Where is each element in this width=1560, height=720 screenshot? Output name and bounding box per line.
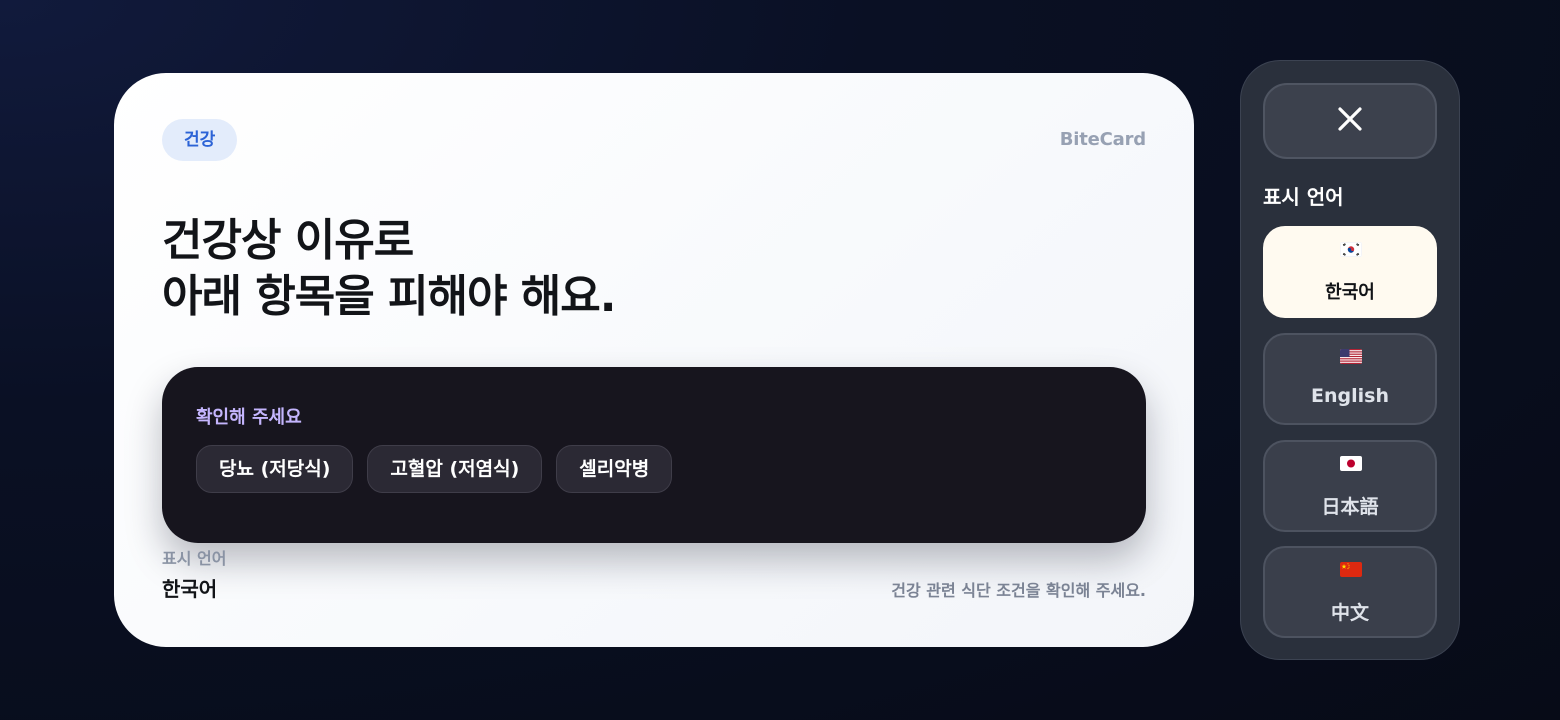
language-option-label: 日本語 bbox=[1321, 496, 1379, 518]
display-language-caption: 표시 언어 bbox=[162, 549, 227, 568]
card-headline: 건강상 이유로 아래 항목을 피해야 해요. bbox=[162, 213, 1122, 325]
condition-chip-diabetes: 당뇨 (저당식) bbox=[196, 445, 354, 493]
health-card: 건강 BiteCard 건강상 이유로 아래 항목을 피해야 해요. 확인해 주… bbox=[114, 73, 1194, 647]
display-language-value: 한국어 bbox=[162, 577, 218, 601]
headline-line-2: 아래 항목을 피해야 해요. bbox=[162, 271, 616, 322]
close-button[interactable] bbox=[1263, 83, 1437, 159]
card-footnote: 건강 관련 식단 조건을 확인해 주세요. bbox=[891, 581, 1146, 600]
language-panel: 표시 언어 한국어 English 日本語 中文 bbox=[1240, 60, 1460, 660]
cn-flag-icon bbox=[1340, 562, 1362, 577]
brand-logo-text: BiteCard bbox=[1059, 129, 1146, 150]
category-tag: 건강 bbox=[162, 119, 238, 161]
condition-chip-hypertension: 고혈압 (저염식) bbox=[367, 445, 543, 493]
language-option-chinese[interactable]: 中文 bbox=[1263, 546, 1437, 638]
condition-chip-list: 당뇨 (저당식) 고혈압 (저염식) 셀리악병 bbox=[196, 445, 1112, 493]
notice-panel: 확인해 주세요 당뇨 (저당식) 고혈압 (저염식) 셀리악병 bbox=[162, 367, 1146, 543]
panel-title: 표시 언어 bbox=[1263, 185, 1344, 209]
language-option-label: 한국어 bbox=[1325, 282, 1375, 303]
language-option-label: English bbox=[1311, 385, 1389, 407]
condition-chip-celiac: 셀리악병 bbox=[556, 445, 673, 493]
language-option-label: 中文 bbox=[1330, 602, 1369, 624]
kr-flag-icon bbox=[1340, 242, 1362, 257]
notice-title: 확인해 주세요 bbox=[196, 407, 302, 428]
us-flag-icon bbox=[1340, 349, 1362, 364]
headline-line-1: 건강상 이유로 bbox=[162, 215, 414, 266]
language-option-japanese[interactable]: 日本語 bbox=[1263, 440, 1437, 532]
jp-flag-icon bbox=[1340, 456, 1362, 471]
language-option-english[interactable]: English bbox=[1263, 333, 1437, 425]
language-option-korean[interactable]: 한국어 bbox=[1263, 226, 1437, 318]
close-icon bbox=[1337, 106, 1363, 136]
